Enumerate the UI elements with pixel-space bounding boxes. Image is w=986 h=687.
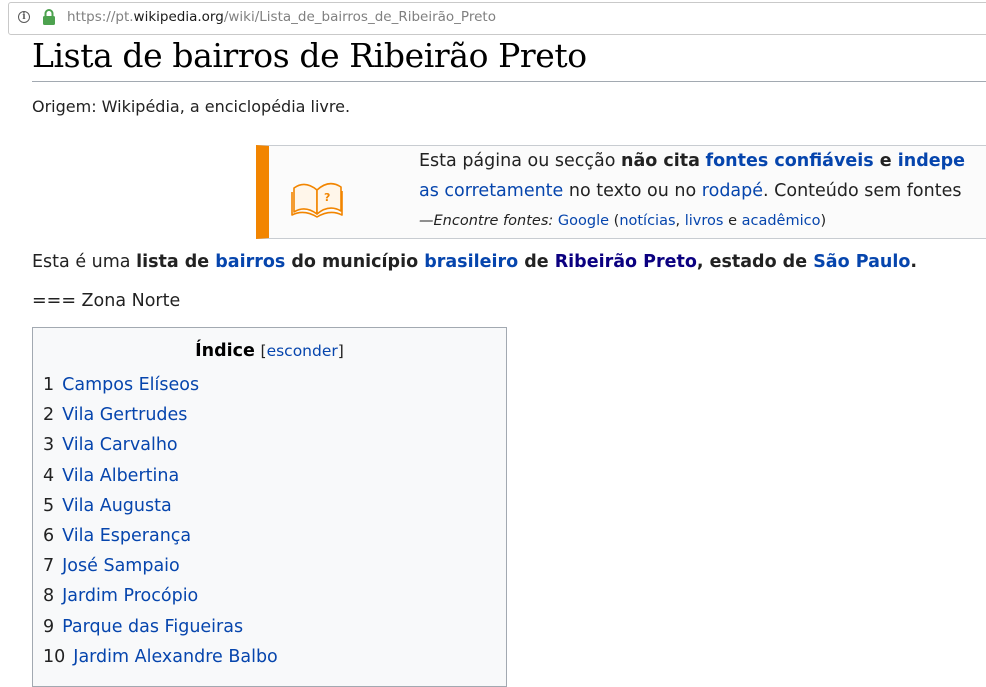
link-sao-paulo[interactable]: São Paulo <box>813 252 910 272</box>
toc-item-number: 5 <box>43 495 55 516</box>
toc-item-number: 3 <box>43 435 55 456</box>
site-info-icon[interactable]: i <box>18 11 30 23</box>
notice-line-2: as corretamente no texto ou no rodapé. C… <box>419 181 962 201</box>
page-title: Lista de bairros de Ribeirão Preto <box>32 36 587 75</box>
toc-item[interactable]: 3 Vila Carvalho <box>43 432 278 462</box>
link-rodape[interactable]: rodapé <box>702 181 763 201</box>
url-text[interactable]: https://pt.wikipedia.org/wiki/Lista_de_b… <box>67 9 496 25</box>
toc-title: Índice <box>195 341 255 361</box>
toc-item[interactable]: 2 Vila Gertrudes <box>43 402 278 432</box>
toc-item-number: 2 <box>43 405 55 426</box>
site-subtitle: Origem: Wikipédia, a enciclopédia livre. <box>32 97 351 116</box>
link-cite-correctly[interactable]: as corretamente <box>419 181 563 201</box>
notice-line-1: Esta página ou secção não cita fontes co… <box>419 151 965 171</box>
toc-item-number: 8 <box>43 586 55 607</box>
toc-item-number: 4 <box>43 465 55 486</box>
toc-item-number: 10 <box>43 646 66 667</box>
link-bairros[interactable]: bairros <box>215 252 285 272</box>
toc-item-number: 7 <box>43 556 55 577</box>
table-of-contents: Índice [esconder] 1 Campos Elíseos 2 Vila … <box>32 327 507 687</box>
browser-toolbar: i https://pt.wikipedia.org/wiki/Lista_de… <box>0 0 986 38</box>
toc-hide-link[interactable]: esconder <box>267 342 338 360</box>
toc-item[interactable]: 6 Vila Esperança <box>43 523 278 553</box>
toc-item[interactable]: 4 Vila Albertina <box>43 463 278 493</box>
toc-item-link[interactable]: Campos Elíseos <box>62 375 199 395</box>
book-question-icon: ? <box>291 182 343 218</box>
toc-item[interactable]: 9 Parque das Figueiras <box>43 614 278 644</box>
intro-paragraph: Esta é uma lista de bairros do município… <box>32 252 918 272</box>
toc-list: 1 Campos Elíseos 2 Vila Gertrudes 3 Vila Ca… <box>43 372 278 674</box>
lock-icon[interactable] <box>42 8 56 26</box>
link-ribeirao-preto[interactable]: Ribeirão Preto <box>555 252 697 272</box>
toc-item-link[interactable]: Jardim Alexandre Balbo <box>73 647 277 667</box>
link-google[interactable]: Google <box>558 213 609 229</box>
link-noticias[interactable]: notícias <box>619 213 675 229</box>
link-independentes[interactable]: indepe <box>898 151 965 171</box>
toc-item[interactable]: 8 Jardim Procópio <box>43 583 278 613</box>
toc-item-link[interactable]: Vila Carvalho <box>62 435 177 455</box>
notice-box: ? Esta página ou secção não cita fontes … <box>256 145 986 239</box>
toc-item-link[interactable]: Vila Gertrudes <box>62 405 187 425</box>
toc-item-number: 6 <box>43 525 55 546</box>
link-academico[interactable]: acadêmico <box>742 213 821 229</box>
toc-item[interactable]: 1 Campos Elíseos <box>43 372 278 402</box>
toc-item-number: 1 <box>43 375 55 395</box>
zona-norte-text: === Zona Norte <box>32 291 181 311</box>
find-sources-line: —Encontre fontes: Google (notícias, livr… <box>419 213 827 229</box>
title-divider <box>32 81 986 82</box>
toc-item[interactable]: 7 José Sampaio <box>43 553 278 583</box>
toc-item-link[interactable]: Parque das Figueiras <box>62 617 243 637</box>
link-brasileiro[interactable]: brasileiro <box>424 252 518 272</box>
link-livros[interactable]: livros <box>685 213 724 229</box>
toc-item-link[interactable]: Jardim Procópio <box>62 586 198 606</box>
toc-item-link[interactable]: Vila Albertina <box>62 466 179 486</box>
link-fontes-confiaveis[interactable]: fontes confiáveis <box>706 151 874 171</box>
toc-item-link[interactable]: Vila Augusta <box>62 496 172 516</box>
toc-item[interactable]: 5 Vila Augusta <box>43 493 278 523</box>
toc-toggle: [esconder] <box>260 342 344 360</box>
svg-text:?: ? <box>324 191 330 204</box>
toc-item-link[interactable]: Vila Esperança <box>62 526 191 546</box>
toc-item-link[interactable]: José Sampaio <box>62 556 180 576</box>
toc-item-number: 9 <box>43 616 55 637</box>
toc-item[interactable]: 10 Jardim Alexandre Balbo <box>43 644 278 674</box>
toc-header: Índice [esconder] <box>33 341 506 361</box>
